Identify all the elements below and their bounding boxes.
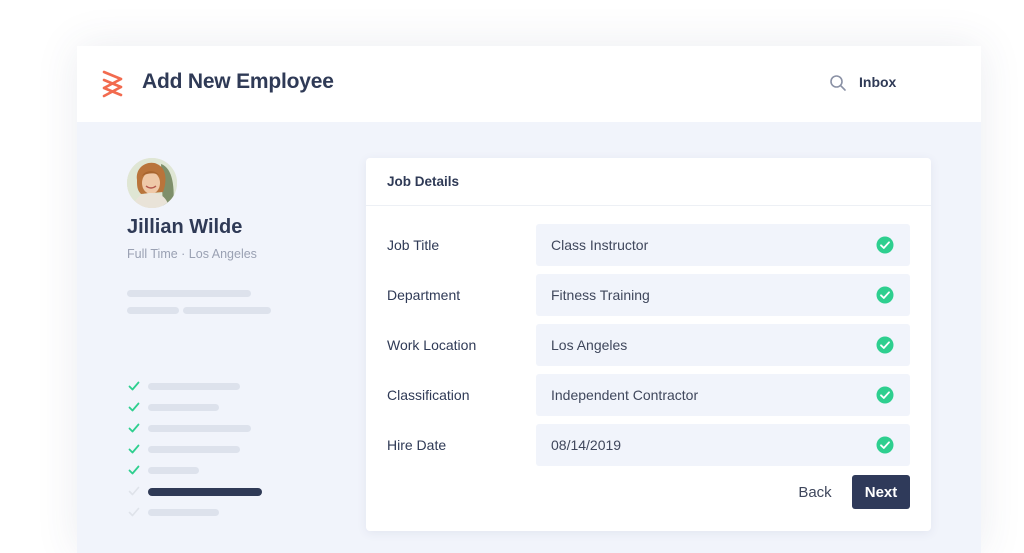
placeholder-line <box>127 307 179 314</box>
placeholder-line <box>127 290 251 297</box>
field-row-classification: Classification Independent Contractor <box>366 374 931 416</box>
back-button[interactable]: Back <box>786 475 844 509</box>
field-value: Independent Contractor <box>551 387 699 403</box>
field-row-job-title: Job Title Class Instructor <box>366 224 931 266</box>
inbox-link[interactable]: Inbox <box>859 74 896 90</box>
step-label-placeholder <box>148 425 251 432</box>
check-circle-icon <box>876 386 894 404</box>
field-label: Job Title <box>387 237 440 253</box>
step-label-placeholder <box>148 383 240 390</box>
field-value: 08/14/2019 <box>551 437 622 453</box>
field-row-hire-date: Hire Date 08/14/2019 <box>366 424 931 466</box>
step-label-placeholder <box>148 404 219 411</box>
step-item[interactable] <box>128 380 278 392</box>
field-label: Classification <box>387 387 470 403</box>
job-title-field[interactable]: Class Instructor <box>536 224 910 266</box>
check-circle-icon <box>876 436 894 454</box>
check-icon <box>128 381 140 391</box>
field-label: Work Location <box>387 337 477 353</box>
job-details-card: Job Details Job Title Class Instructor D… <box>366 158 931 531</box>
search-icon[interactable] <box>829 74 847 92</box>
step-item[interactable] <box>128 443 278 455</box>
step-label-placeholder <box>148 446 240 453</box>
check-icon <box>128 486 140 496</box>
check-circle-icon <box>876 286 894 304</box>
field-label: Department <box>387 287 461 303</box>
work-location-field[interactable]: Los Angeles <box>536 324 910 366</box>
check-icon <box>128 444 140 454</box>
card-title: Job Details <box>387 174 460 189</box>
field-value: Los Angeles <box>551 337 628 353</box>
step-item[interactable] <box>128 506 278 518</box>
classification-field[interactable]: Independent Contractor <box>536 374 910 416</box>
field-value: Class Instructor <box>551 237 649 253</box>
step-label-placeholder <box>148 509 219 516</box>
step-item[interactable] <box>128 422 278 434</box>
employee-subtitle: Full Time · Los Angeles <box>127 247 257 261</box>
hire-date-field[interactable]: 08/14/2019 <box>536 424 910 466</box>
check-icon <box>128 423 140 433</box>
step-item[interactable] <box>128 401 278 413</box>
employee-name: Jillian Wilde <box>127 216 243 238</box>
step-label-placeholder <box>148 467 199 474</box>
step-item[interactable] <box>128 464 278 476</box>
check-icon <box>128 402 140 412</box>
card-header: Job Details <box>366 158 931 206</box>
step-item-current[interactable] <box>128 485 278 497</box>
top-bar: Add New Employee Inbox <box>77 46 981 122</box>
page-title: Add New Employee <box>142 70 334 93</box>
field-value: Fitness Training <box>551 287 650 303</box>
check-circle-icon <box>876 236 894 254</box>
department-field[interactable]: Fitness Training <box>536 274 910 316</box>
next-button[interactable]: Next <box>852 475 910 509</box>
check-icon <box>128 507 140 517</box>
logo-icon <box>102 70 123 98</box>
check-icon <box>128 465 140 475</box>
field-label: Hire Date <box>387 437 447 453</box>
step-label-placeholder <box>148 488 262 496</box>
check-circle-icon <box>876 336 894 354</box>
avatar <box>127 158 177 208</box>
app-window: Add New Employee Inbox Jillian Wilde Ful… <box>77 46 981 553</box>
field-row-work-location: Work Location Los Angeles <box>366 324 931 366</box>
field-row-department: Department Fitness Training <box>366 274 931 316</box>
placeholder-line <box>183 307 271 314</box>
